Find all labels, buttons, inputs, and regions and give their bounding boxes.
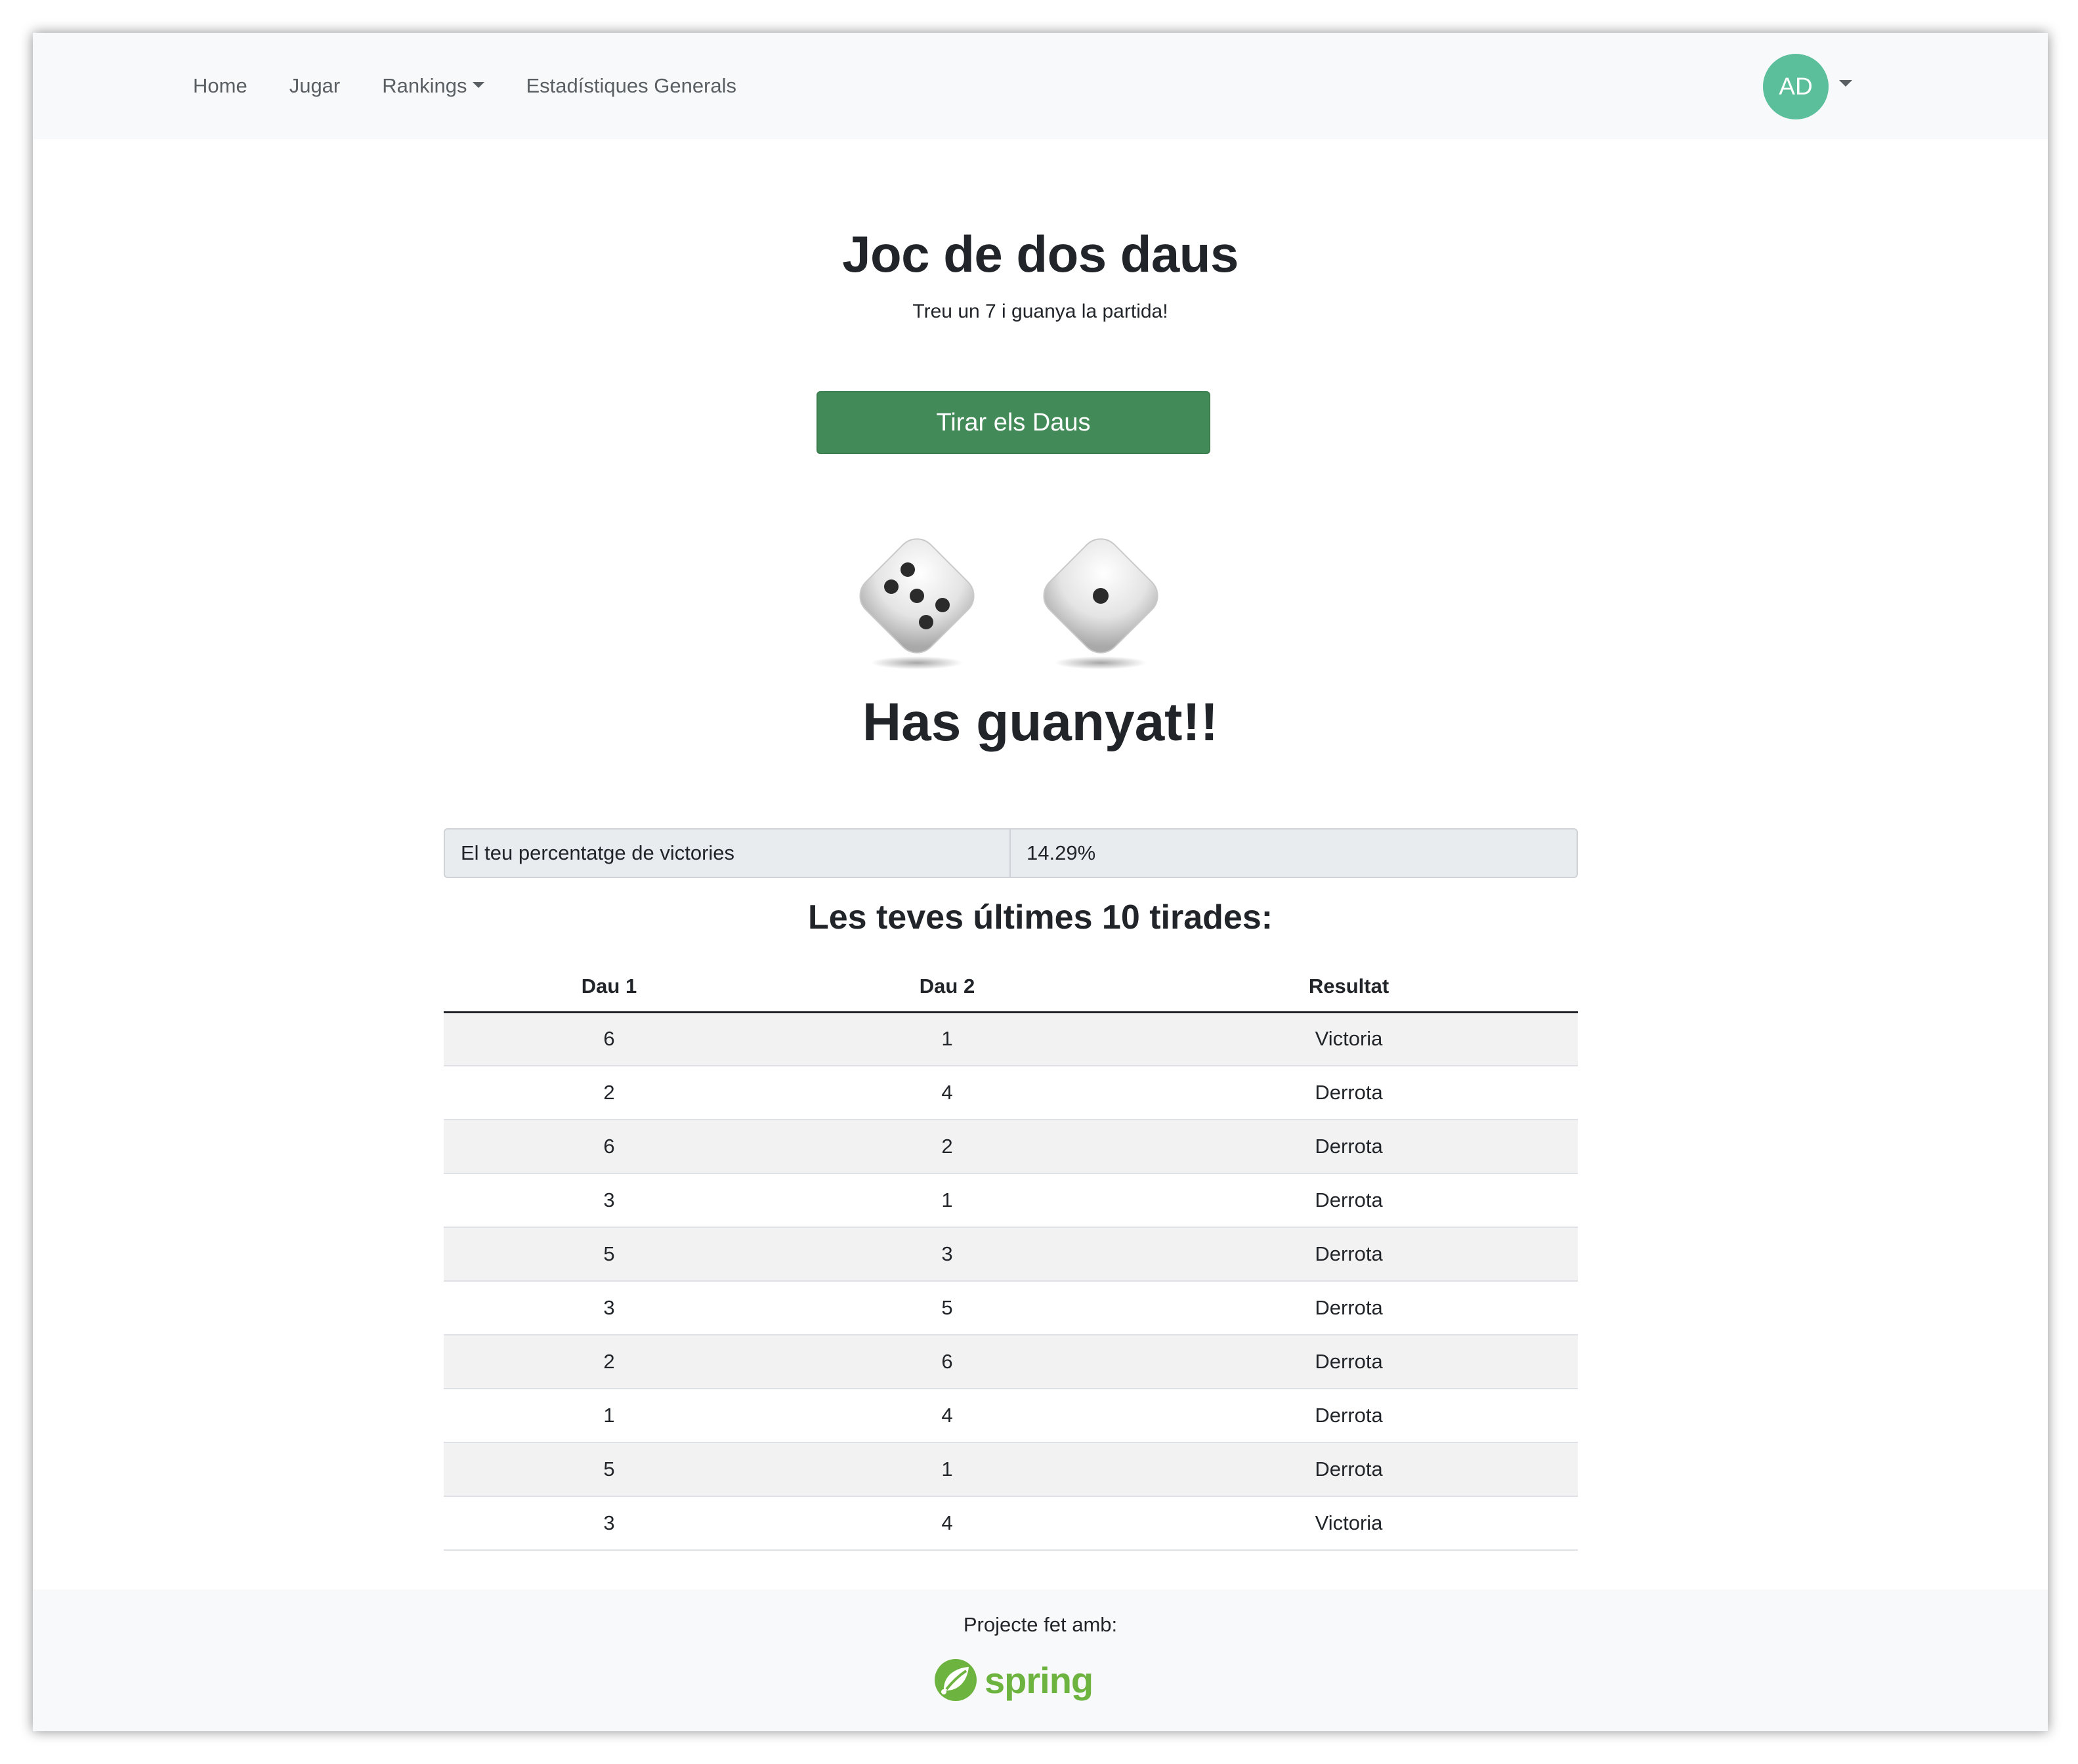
table-header-row: Dau 1 Dau 2 Resultat (444, 962, 1578, 1013)
table-row: 5 1 Derrota (444, 1442, 1578, 1497)
cell-dau2: 2 (774, 1120, 1120, 1174)
cell-dau2: 1 (774, 1442, 1120, 1497)
cell-dau2: 5 (774, 1281, 1120, 1335)
cell-resultat: Derrota (1120, 1227, 1578, 1282)
cell-dau1: 6 (444, 1012, 774, 1066)
table-row: 2 4 Derrota (444, 1066, 1578, 1120)
column-header-dau1: Dau 1 (444, 962, 774, 1013)
table-row: 6 1 Victoria (444, 1012, 1578, 1066)
cell-dau1: 3 (444, 1281, 774, 1335)
nav-item-home[interactable]: Home (193, 74, 247, 98)
page-title: Joc de dos daus (842, 225, 1239, 283)
cell-dau1: 2 (444, 1335, 774, 1389)
cell-resultat: Victoria (1120, 1496, 1578, 1551)
win-percentage-bar: El teu percentatge de victories 14.29% (444, 828, 1578, 878)
cell-dau2: 4 (774, 1389, 1120, 1443)
rolls-history-table: Dau 1 Dau 2 Resultat 6 1 Victoria 2 4 Derrot… (444, 962, 1578, 1551)
user-menu-dropdown[interactable]: AD (1763, 54, 1852, 119)
cell-resultat: Derrota (1120, 1281, 1578, 1335)
nav-item-estadistiques[interactable]: Estadístiques Generals (526, 74, 737, 98)
nav-item-rankings-dropdown[interactable]: Rankings (382, 74, 484, 98)
browser-page: Home Jugar Rankings Estadístiques Genera… (33, 33, 2048, 1731)
nav-item-label: Home (193, 74, 247, 97)
cell-resultat: Derrota (1120, 1066, 1578, 1120)
result-message: Has guanyat!! (862, 692, 1219, 752)
nav-item-label: Estadístiques Generals (526, 74, 737, 97)
cell-dau1: 5 (444, 1442, 774, 1497)
table-row: 2 6 Derrota (444, 1335, 1578, 1389)
nav-item-jugar[interactable]: Jugar (289, 74, 341, 98)
cell-dau2: 1 (774, 1173, 1120, 1228)
cell-dau1: 6 (444, 1120, 774, 1174)
cell-resultat: Derrota (1120, 1335, 1578, 1389)
cell-dau2: 6 (774, 1335, 1120, 1389)
cell-resultat: Victoria (1120, 1012, 1578, 1066)
chevron-down-icon (472, 81, 484, 88)
table-row: 6 2 Derrota (444, 1120, 1578, 1174)
spring-leaf-icon (935, 1659, 977, 1701)
page-subtitle: Treu un 7 i guanya la partida! (912, 301, 1168, 322)
die-five-icon (859, 538, 975, 669)
die-one-icon (1043, 538, 1158, 669)
cell-resultat: Derrota (1120, 1389, 1578, 1443)
cell-dau1: 2 (444, 1066, 774, 1120)
cell-dau2: 1 (774, 1012, 1120, 1066)
avatar[interactable]: AD (1763, 54, 1829, 119)
footer: Projecte fet amb: spring (33, 1589, 2048, 1731)
column-header-resultat: Resultat (1120, 962, 1578, 1013)
cell-resultat: Derrota (1120, 1120, 1578, 1174)
table-row: 3 1 Derrota (444, 1173, 1578, 1228)
cell-resultat: Derrota (1120, 1173, 1578, 1228)
table-row: 5 3 Derrota (444, 1227, 1578, 1282)
roll-dice-button-label: Tirar els Daus (936, 408, 1091, 436)
spring-logo-text: spring (985, 1659, 1093, 1701)
chevron-down-icon (1839, 80, 1852, 87)
table-row: 3 4 Victoria (444, 1496, 1578, 1551)
cell-dau1: 3 (444, 1173, 774, 1228)
footer-text: Projecte fet amb: (963, 1613, 1118, 1636)
cell-dau1: 1 (444, 1389, 774, 1443)
cell-resultat: Derrota (1120, 1442, 1578, 1497)
nav-links: Home Jugar Rankings Estadístiques Genera… (193, 33, 778, 139)
history-title: Les teves últimes 10 tirades: (807, 898, 1273, 936)
cell-dau2: 4 (774, 1496, 1120, 1551)
cell-dau2: 3 (774, 1227, 1120, 1282)
cell-dau1: 5 (444, 1227, 774, 1282)
nav-item-label: Jugar (289, 74, 341, 97)
win-percentage-value: 14.29% (1027, 841, 1096, 864)
navbar: Home Jugar Rankings Estadístiques Genera… (33, 33, 2048, 139)
column-header-dau2: Dau 2 (774, 962, 1120, 1013)
win-percentage-label: El teu percentatge de victories (445, 830, 1011, 877)
nav-item-label: Rankings (382, 74, 467, 97)
cell-dau2: 4 (774, 1066, 1120, 1120)
spring-logo[interactable]: spring (932, 1654, 1093, 1706)
cell-dau1: 3 (444, 1496, 774, 1551)
avatar-initials: AD (1779, 73, 1813, 100)
table-row: 3 5 Derrota (444, 1281, 1578, 1335)
dice-display (33, 524, 2048, 675)
table-row: 1 4 Derrota (444, 1389, 1578, 1443)
roll-dice-button[interactable]: Tirar els Daus (816, 391, 1210, 454)
